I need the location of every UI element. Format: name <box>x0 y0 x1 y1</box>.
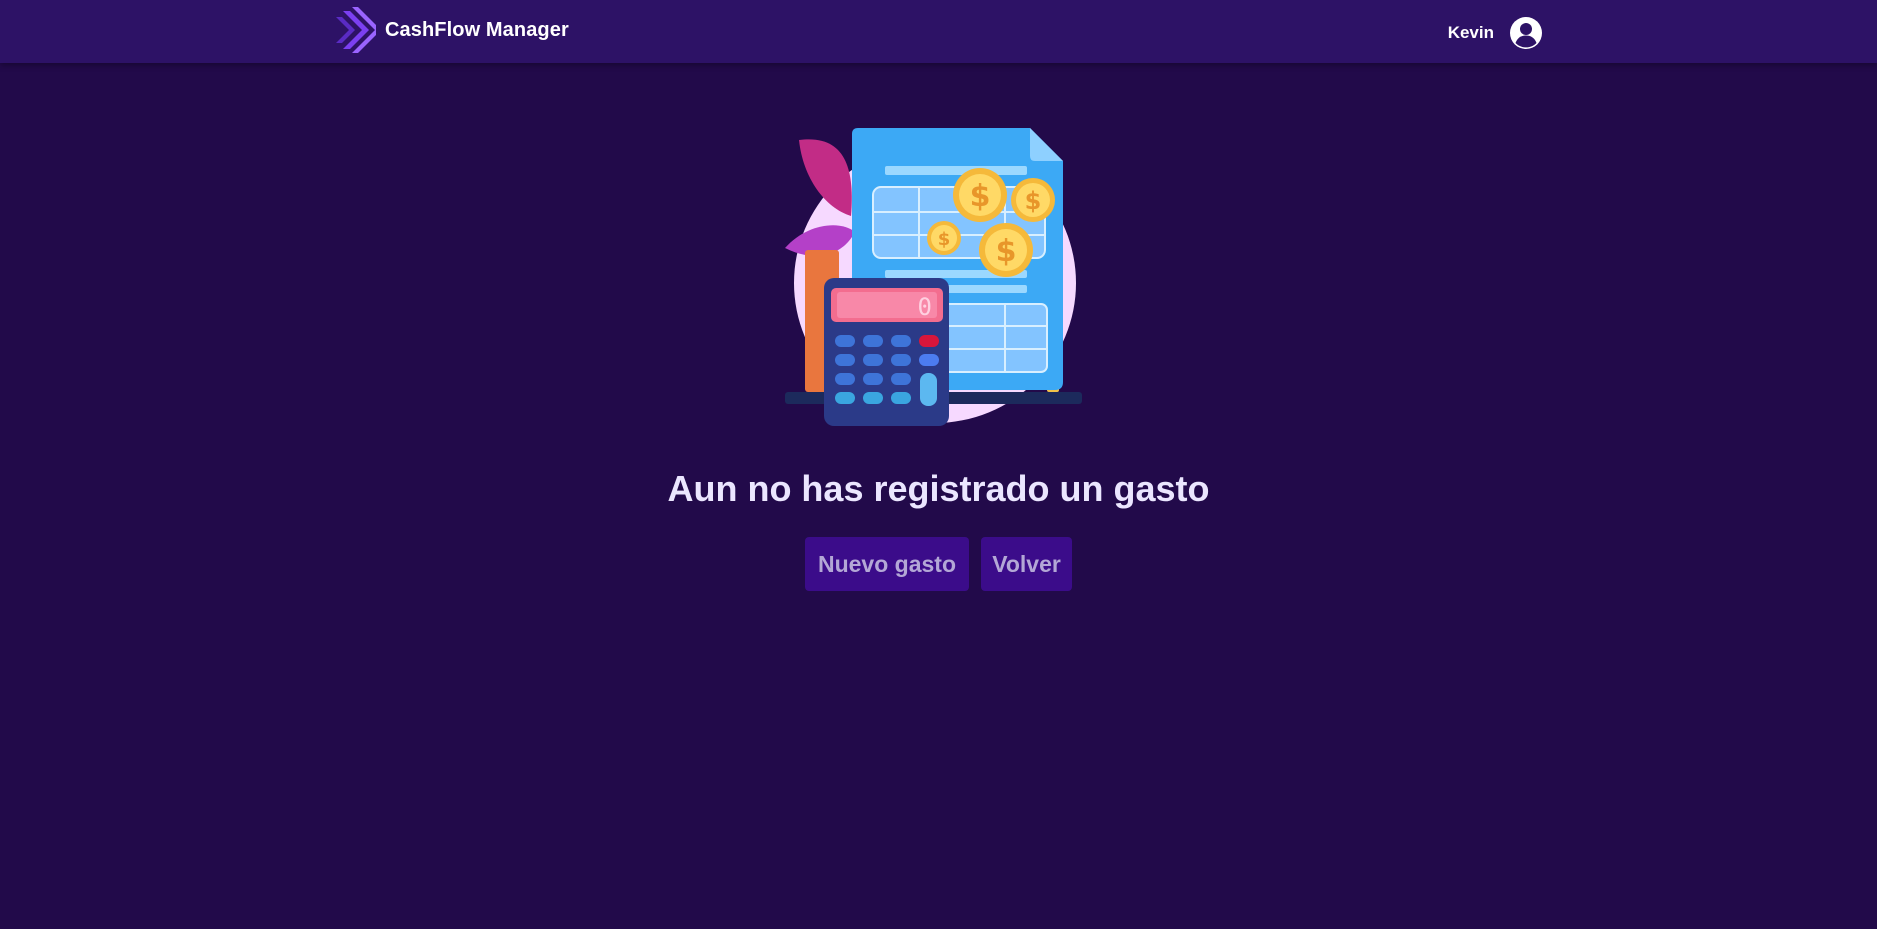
chevrons-logo-icon <box>336 7 376 53</box>
user-circle-icon <box>1510 17 1542 49</box>
user-menu[interactable]: Kevin <box>1448 16 1543 50</box>
top-navbar: CashFlow Manager Kevin <box>0 0 1877 63</box>
empty-state-title: Aun no has registrado un gasto <box>667 468 1210 509</box>
brand-link[interactable]: CashFlow Manager <box>334 7 569 53</box>
new-expense-button[interactable]: Nuevo gasto <box>805 537 969 591</box>
svg-text:$: $ <box>970 179 991 214</box>
svg-text:$: $ <box>1025 187 1042 215</box>
user-name: Kevin <box>1447 23 1494 42</box>
empty-state-actions: Nuevo gasto Volver <box>0 537 1877 591</box>
svg-text:$: $ <box>996 234 1017 269</box>
svg-text:$: $ <box>938 229 951 250</box>
calculator-invoice-coins-illustration: $ $ $ $ 0 <box>785 128 1082 426</box>
calculator-display: 0 <box>918 293 932 321</box>
back-button[interactable]: Volver <box>981 537 1072 591</box>
coin-icon: $ <box>953 168 1007 222</box>
brand-name: CashFlow Manager <box>385 18 569 41</box>
